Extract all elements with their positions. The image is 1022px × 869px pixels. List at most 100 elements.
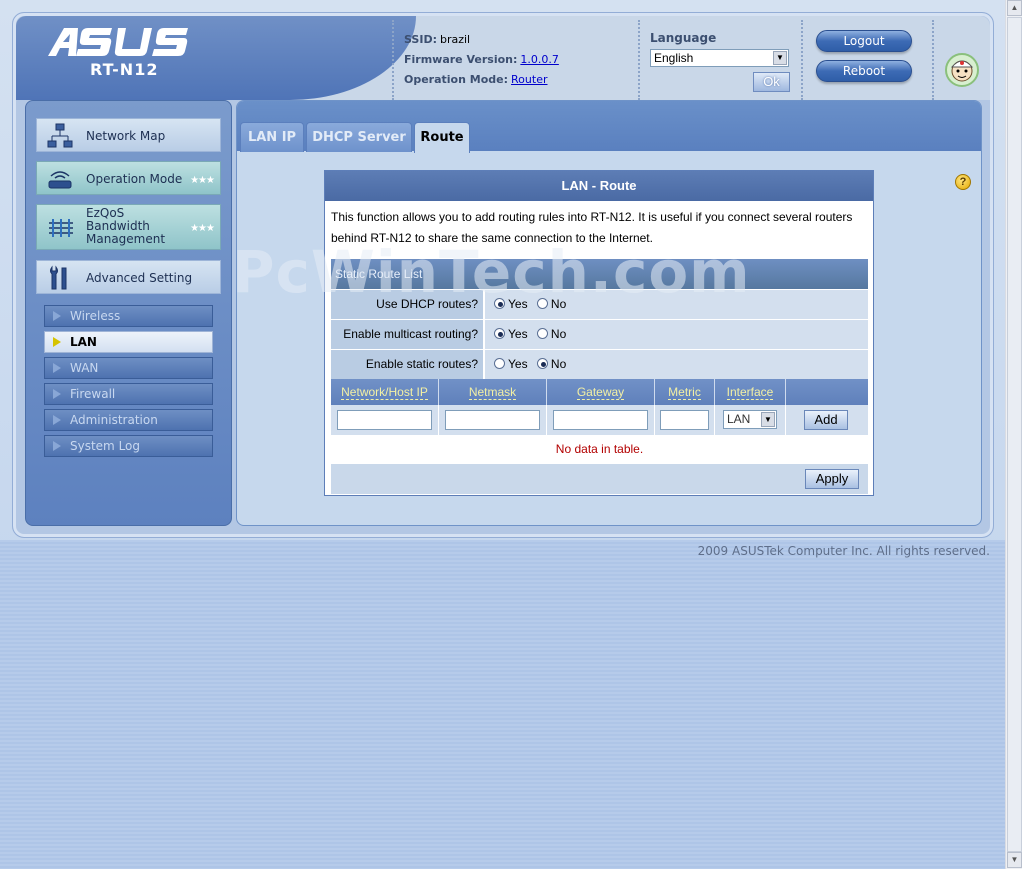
sidebar-item-label: Wireless [70,309,121,323]
scroll-thumb[interactable] [1007,17,1022,852]
device-info: SSID: brazil Firmware Version: 1.0.0.7 Ope… [404,30,559,90]
apply-row: Apply [331,464,868,494]
scroll-down-icon[interactable]: ▼ [1007,852,1022,868]
sidebar-item-firewall[interactable]: Firewall [44,383,213,405]
gateway-input[interactable] [553,410,648,430]
panel-title: LAN - Route [325,171,873,201]
tab-route[interactable]: Route [414,122,470,153]
sidebar-item-label: System Log [70,439,140,453]
network-map-icon [47,123,73,148]
stars-icon: ★★★ [190,175,215,186]
ssid-value: brazil [439,33,471,46]
asus-logo-icon [48,28,188,56]
interface-select[interactable]: LAN ▼ [723,410,777,429]
firmware-label: Firmware Version: [404,53,518,66]
tab-lan-ip[interactable]: LAN IP [240,122,304,152]
option-label: Enable multicast routing? [331,320,484,349]
copyright-text: 2009 ASUSTek Computer Inc. All rights re… [697,544,990,558]
header: RT-N12 SSID: brazil Firmware Version: 1.0.… [16,16,990,100]
column-header-row: Network/Host IP Netmask Gateway Metric I… [331,379,868,405]
option-row-dhcp-routes: Use DHCP routes? Yes No [331,290,868,319]
add-route-button[interactable]: Add [804,410,848,430]
qos-icon [49,219,73,237]
logo-area: RT-N12 [16,16,416,100]
netmask-input[interactable] [445,410,540,430]
option-row-multicast: Enable multicast routing? Yes No [331,320,868,349]
reboot-button[interactable]: Reboot [816,60,912,82]
apply-button[interactable]: Apply [805,469,859,489]
sidebar-item-ezqos[interactable]: EzQoS Bandwidth Management ★★★ [36,204,221,250]
sidebar-item-operation-mode[interactable]: Operation Mode ★★★ [36,161,221,195]
multicast-no-radio[interactable] [536,328,548,339]
sidebar-item-label: Bandwidth [86,219,150,233]
opmode-link[interactable]: Router [511,73,547,86]
sidebar-item-label: WAN [70,361,99,375]
network-ip-input[interactable] [337,410,432,430]
chevron-down-icon[interactable]: ▼ [761,412,775,427]
empty-table-message: No data in table. [331,435,868,464]
language-value: English [654,51,694,65]
sidebar-item-label: Administration [70,413,158,427]
tools-icon [50,265,67,290]
logout-button[interactable]: Logout [816,30,912,52]
sidebar-item-advanced-setting[interactable]: Advanced Setting [36,260,221,294]
sidebar-item-lan[interactable]: LAN [44,331,213,353]
dhcp-routes-no-radio[interactable] [536,298,548,309]
language-select[interactable]: English ▼ [650,49,789,67]
sidebar-item-label: Management [86,232,166,246]
option-label: Enable static routes? [331,350,484,379]
radio-label: Yes [508,297,528,311]
page-background [0,540,1005,869]
tab-dhcp-server[interactable]: DHCP Server [306,122,412,152]
radio-label: No [550,297,567,311]
header-divider [801,20,803,100]
sidebar-item-administration[interactable]: Administration [44,409,213,431]
sidebar-item-label: LAN [70,335,97,349]
sidebar-item-label: Operation Mode [86,172,183,186]
triangle-right-icon [53,363,61,373]
language-ok-button[interactable]: Ok [753,72,790,92]
sidebar-item-label: EzQoS [86,206,125,220]
column-header-gateway: Gateway [576,385,625,400]
lan-route-panel: LAN - Route This function allows you to … [324,170,874,496]
language-label: Language [650,31,717,45]
stars-icon: ★★★ [190,223,215,234]
static-routes-no-radio[interactable] [536,358,548,369]
triangle-right-icon [53,311,61,321]
sidebar-item-label: Network Map [86,129,166,143]
sidebar-item-system-log[interactable]: System Log [44,435,213,457]
scroll-up-icon[interactable]: ▲ [1007,0,1022,16]
interface-value: LAN [727,412,751,426]
model-name: RT-N12 [90,60,159,79]
triangle-right-icon [53,337,61,347]
header-divider [932,20,934,100]
option-row-static-routes: Enable static routes? Yes No [331,350,868,379]
firmware-link[interactable]: 1.0.0.7 [520,53,558,66]
multicast-yes-radio[interactable] [494,328,505,339]
router-icon [48,171,72,189]
option-label: Use DHCP routes? [331,290,484,319]
static-routes-yes-radio[interactable] [494,358,505,369]
sidebar-item-wan[interactable]: WAN [44,357,213,379]
chevron-down-icon[interactable]: ▼ [773,51,787,65]
header-divider [638,20,640,100]
triangle-right-icon [53,389,61,399]
sidebar-item-network-map[interactable]: Network Map [36,118,221,152]
section-title: Static Route List [331,259,868,289]
column-header-network-ip: Network/Host IP [341,385,428,400]
header-divider [392,20,394,100]
metric-input[interactable] [660,410,709,430]
help-icon[interactable]: ? [955,174,971,190]
column-header-interface: Interface [726,385,774,400]
sidebar-item-wireless[interactable]: Wireless [44,305,213,327]
route-input-row: LAN ▼ Add [331,405,868,435]
radio-label: No [550,357,567,371]
sidebar-item-label: Firewall [70,387,116,401]
column-header-metric: Metric [668,385,701,400]
radio-label: Yes [508,327,528,341]
vertical-scrollbar[interactable]: ▲ ▼ [1005,0,1022,869]
mascot-avatar-icon [945,53,979,87]
panel-description: This function allows you to add routing … [331,210,853,245]
radio-label: Yes [508,357,528,371]
dhcp-routes-yes-radio[interactable] [494,298,505,309]
